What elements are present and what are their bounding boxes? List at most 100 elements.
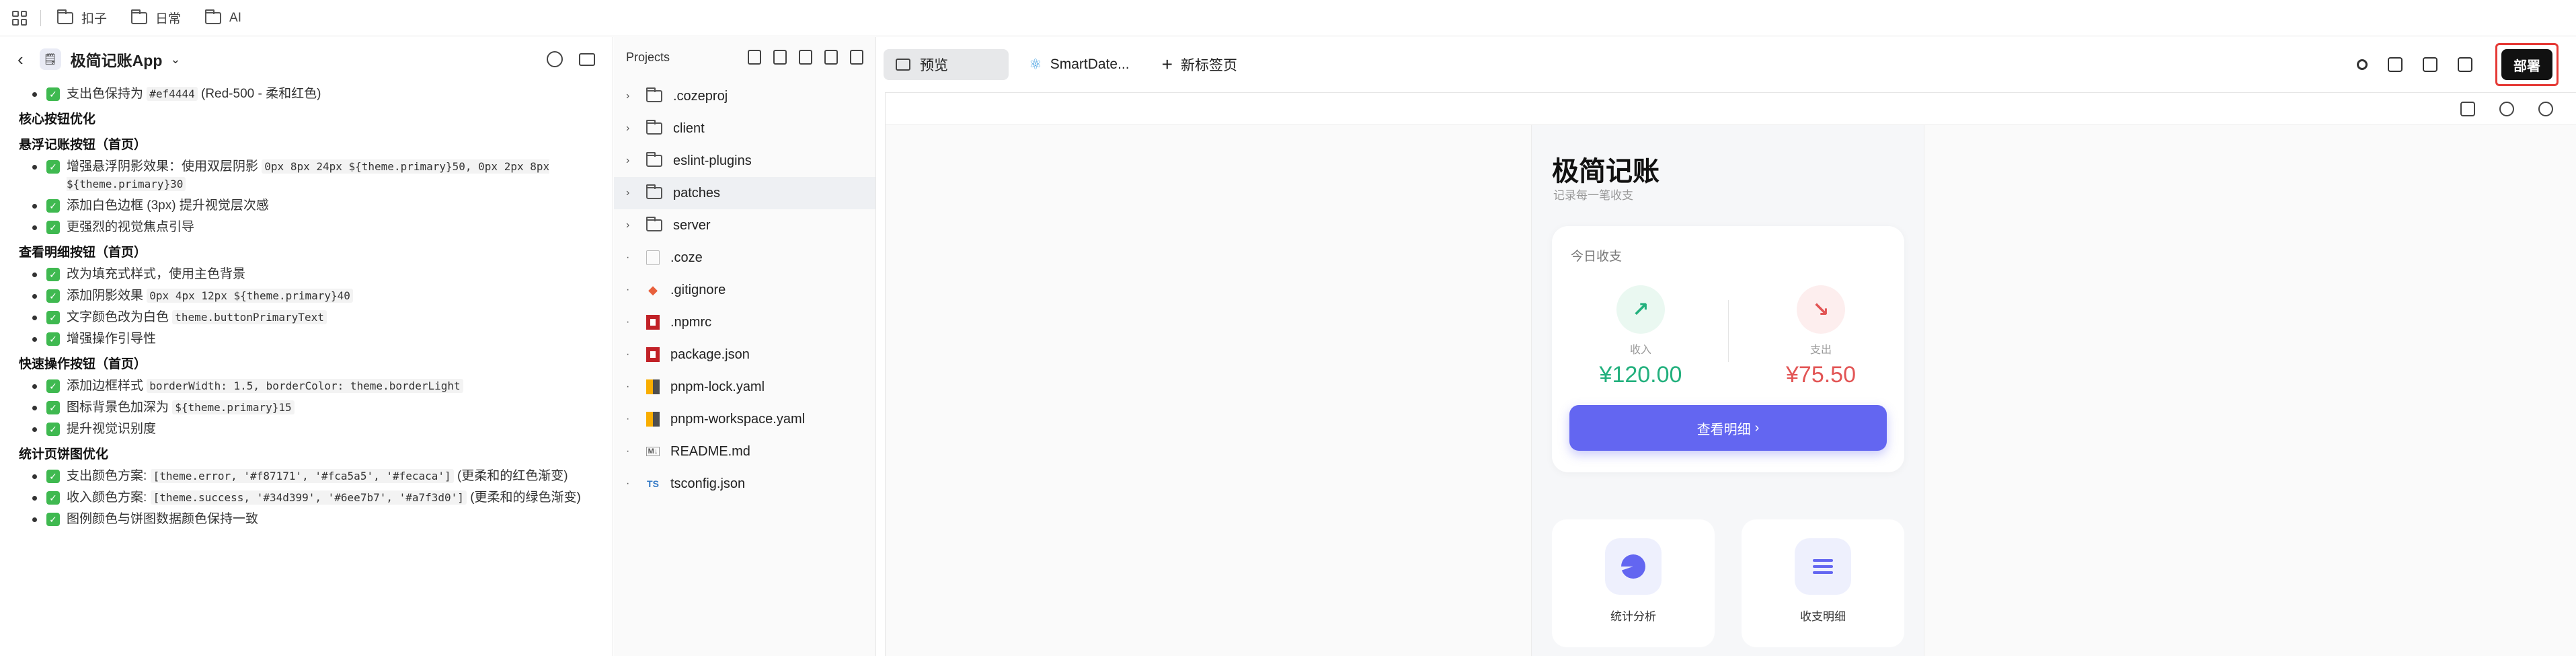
pnpm-icon: [646, 379, 660, 394]
copy-icon[interactable]: [850, 50, 863, 65]
settings-sliders-icon[interactable]: [2388, 57, 2403, 72]
code-snippet: 0px 4px 12px ${theme.primary}40: [147, 289, 353, 303]
file-tree-item[interactable]: · M↓ README.md: [614, 435, 875, 468]
check-icon: ✓: [46, 160, 60, 174]
bullet: [32, 517, 37, 522]
download-icon[interactable]: [748, 50, 761, 65]
spacer: ·: [626, 381, 630, 392]
history-icon[interactable]: [547, 51, 563, 67]
expense-stat: ↘ 支出 ¥75.50: [1754, 285, 1888, 388]
window-icon: [896, 59, 910, 71]
quick-stats-card[interactable]: 统计分析: [1552, 519, 1715, 647]
typescript-icon: TS: [647, 478, 659, 489]
list-item-text: 增强操作引导性: [67, 332, 157, 346]
folder-icon[interactable]: [579, 53, 595, 66]
bookmark-ai[interactable]: AI: [205, 9, 241, 26]
reload-icon[interactable]: [2538, 101, 2553, 116]
code-snippet: [theme.error, '#f87171', '#fca5a5', '#fe…: [150, 469, 454, 483]
npm-icon: [646, 347, 660, 362]
file-tree-item[interactable]: › patches: [614, 177, 875, 209]
check-icon: ✓: [46, 268, 60, 281]
file-tree-item[interactable]: › client: [614, 112, 875, 145]
quick-details-label: 收支明细: [1800, 610, 1846, 623]
folder-icon: [57, 9, 73, 24]
section-heading: 查看明细按钮（首页）: [19, 246, 147, 260]
new-tab-button[interactable]: + 新标签页: [1150, 49, 1249, 80]
back-arrow-icon[interactable]: ‹: [17, 49, 24, 70]
list-item: ✓ 增强操作引导性: [19, 330, 594, 348]
file-tree-item[interactable]: · ◆ .gitignore: [614, 274, 875, 306]
quick-details-card[interactable]: 收支明细: [1742, 519, 1904, 647]
list-item-text: 更强烈的视觉焦点引导: [67, 220, 195, 234]
divider: [40, 9, 41, 26]
folder-icon: [646, 87, 662, 102]
bullet: [32, 294, 37, 299]
chevron-down-icon[interactable]: ⌄: [170, 52, 180, 67]
list-item-text: 支出色保持为 #ef4444 (Red-500 - 柔和红色): [67, 87, 321, 101]
spacer: ·: [626, 478, 630, 489]
section-heading: 核心按钮优化: [19, 112, 96, 126]
bullet: [32, 427, 37, 432]
list-item: ✓ 图例颜色与饼图数据颜色保持一致: [19, 511, 594, 528]
device-switch-icon[interactable]: [2460, 101, 2475, 116]
deploy-button[interactable]: 部署: [2501, 49, 2552, 80]
bookmark-daily[interactable]: 日常: [131, 9, 181, 27]
external-link-icon[interactable]: [2458, 57, 2472, 72]
file-tree-item[interactable]: · .npmrc: [614, 306, 875, 338]
check-icon: ✓: [46, 401, 60, 414]
pnpm-icon: [646, 412, 660, 427]
list-item-text: 增强悬浮阴影效果：使用双层阴影 0px 8px 24px ${theme.pri…: [67, 159, 550, 191]
check-icon: ✓: [46, 332, 60, 346]
bullet: [32, 165, 37, 170]
tab-preview[interactable]: 预览: [884, 49, 1009, 80]
folder-icon: [646, 184, 662, 199]
section-heading: 统计页饼图优化: [19, 447, 109, 462]
bookmark-koozi[interactable]: 扣子: [57, 9, 107, 27]
copy-icon[interactable]: [2423, 57, 2437, 72]
file-tree-item[interactable]: · pnpm-lock.yaml: [614, 371, 875, 403]
new-file-icon[interactable]: [773, 50, 787, 65]
file-tree-item[interactable]: · .coze: [614, 242, 875, 274]
upload-icon[interactable]: [824, 50, 838, 65]
file-tree-item[interactable]: › server: [614, 209, 875, 242]
folder-icon: [646, 152, 662, 167]
tab-bar: 预览 ⚛ SmartDate... + 新标签页 部署: [877, 37, 2576, 92]
tab-smartdate[interactable]: ⚛ SmartDate...: [1017, 49, 1142, 80]
file-tree-item[interactable]: · pnpm-workspace.yaml: [614, 403, 875, 435]
check-icon: ✓: [46, 289, 60, 303]
file-tree-item[interactable]: · package.json: [614, 338, 875, 371]
spacer: ·: [626, 284, 630, 295]
code-snippet: theme.buttonPrimaryText: [172, 310, 327, 324]
file-tree-item[interactable]: › .cozeproj: [614, 80, 875, 112]
list-item: ✓ 收入颜色方案: [theme.success, '#34d399', '#6e…: [19, 489, 594, 507]
refresh-icon[interactable]: [2499, 101, 2514, 116]
list-item-text: 图例颜色与饼图数据颜色保持一致: [67, 512, 259, 526]
chat-panel: ‹ 🗒 极简记账App ⌄ ✓ 支出色保持为 #ef4444 (Red-500 -…: [0, 37, 613, 656]
check-icon: ✓: [46, 311, 60, 324]
income-stat: ↗ 收入 ¥120.00: [1573, 285, 1708, 388]
list-item-text: 图标背景色加深为 ${theme.primary}15: [67, 399, 295, 416]
file-name: patches: [673, 185, 721, 201]
trending-down-icon: ↘: [1797, 285, 1845, 334]
file-tree-item[interactable]: · TS tsconfig.json: [614, 468, 875, 500]
bullet: [32, 204, 37, 209]
file-tree-item[interactable]: › eslint-plugins: [614, 145, 875, 177]
income-value: ¥120.00: [1599, 362, 1682, 388]
app-title[interactable]: 极简记账App: [71, 48, 163, 71]
theme-sun-icon[interactable]: [2357, 59, 2368, 70]
bullet: [32, 272, 37, 277]
new-folder-icon[interactable]: [799, 50, 812, 65]
apps-grid-icon[interactable]: [12, 10, 27, 26]
check-icon: ✓: [46, 423, 60, 436]
list-item-text: 添加阴影效果 0px 4px 12px ${theme.primary}40: [67, 287, 353, 305]
folder-icon: [131, 9, 148, 24]
app-avatar: 🗒: [39, 48, 61, 70]
preview-area: 预览 ⚛ SmartDate... + 新标签页 部署 极简记账 记录每一笔收支 今…: [877, 37, 2576, 656]
bullet: [32, 225, 37, 230]
bullet: [32, 406, 37, 410]
list-item: ✓ 添加阴影效果 0px 4px 12px ${theme.primary}40: [19, 287, 594, 305]
spacer: ·: [626, 316, 630, 328]
folder-icon: [646, 217, 662, 231]
bullet: [32, 92, 37, 97]
view-details-button[interactable]: 查看明细 ›: [1569, 405, 1887, 451]
